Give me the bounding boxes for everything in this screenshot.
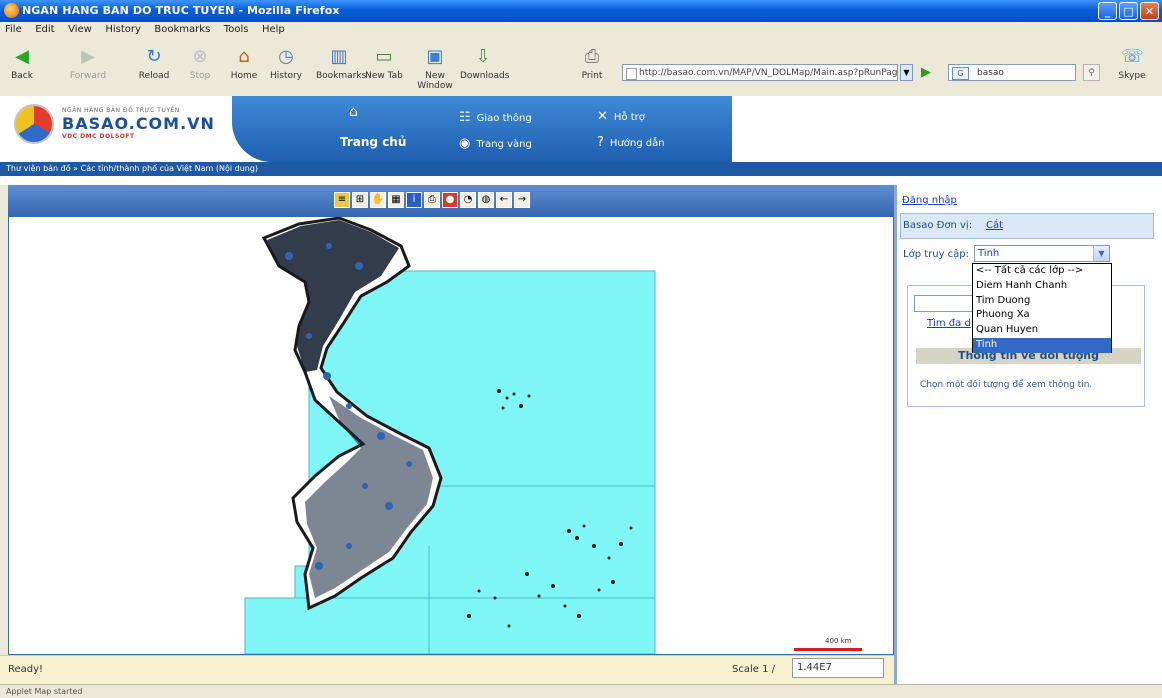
logo-text[interactable]: BASAO.COM.VN [62, 114, 215, 133]
nav-traffic[interactable]: ☷ Giao thông [459, 110, 532, 125]
object-info-text: Chọn một đối tượng để xem thông tin. [920, 380, 1093, 390]
new-window-icon: ▣ [426, 46, 444, 67]
stop-icon: ⊗ [192, 46, 208, 67]
page-icon [626, 68, 637, 80]
layer-label: Lớp truy cập: [903, 249, 970, 260]
help-icon: ? [597, 135, 604, 150]
home-icon[interactable]: ⌂ [349, 104, 365, 120]
layer-option[interactable]: Tim Duong [973, 294, 1111, 309]
layer-option[interactable]: Diem Hanh Chanh [973, 279, 1111, 294]
window-title-bar: NGAN HANG BAN DO TRUC TUYEN - Mozilla Fi… [0, 0, 1162, 22]
map-status-text: Ready! [8, 664, 44, 675]
bookmarks-icon: ▥ [330, 46, 348, 67]
map-viewport[interactable] [8, 185, 894, 655]
home-button[interactable]: ⌂ Home [224, 44, 264, 81]
measure-tool-icon[interactable]: ◔ [460, 192, 476, 208]
menu-edit[interactable]: Edit [30, 22, 59, 37]
reload-button[interactable]: ↻ Reload [134, 44, 174, 81]
google-search-engine-icon: G [952, 67, 969, 80]
downloads-icon: ⇩ [475, 46, 491, 67]
menu-history[interactable]: History [100, 22, 146, 37]
history-clock-icon: ◷ [278, 46, 294, 67]
menu-bar: File Edit View History Bookmarks Tools H… [0, 22, 1162, 41]
layer-options-list[interactable]: <-- Tất cả các lớp --> Diem Hanh Chanh T… [972, 263, 1112, 353]
back-arrow-icon: ◀ [15, 46, 29, 67]
info-tool-icon[interactable]: i [406, 192, 422, 208]
stop-tool-icon[interactable]: ● [442, 192, 458, 208]
menu-view[interactable]: View [63, 22, 97, 37]
unit-cut-link[interactable]: Cắt [986, 220, 1003, 231]
skype-icon: ☏ [1121, 46, 1144, 67]
tools-icon: ✕ [597, 109, 608, 124]
logo-partners: VDC DMC DOLSOFT [62, 133, 135, 140]
vietnam-map[interactable] [9, 186, 893, 654]
browser-status-bar: Applet Map started [0, 684, 1162, 698]
firefox-icon [4, 3, 19, 18]
menu-help[interactable]: Help [257, 22, 290, 37]
printer-icon: ⎙ [584, 46, 600, 67]
layer-select[interactable]: Tinh ▼ [974, 245, 1110, 262]
layer-option-selected[interactable]: Tinh [973, 337, 1111, 353]
main-navigation [232, 96, 732, 162]
url-history-dropdown[interactable]: ▼ [900, 64, 913, 81]
scale-label: Scale 1 / [732, 664, 775, 675]
history-button[interactable]: ◷ History [266, 44, 306, 81]
basao-logo-icon[interactable] [14, 104, 54, 144]
layers-tool-icon[interactable]: ≡ [334, 192, 350, 208]
nav-support[interactable]: ✕ Hỗ trợ [597, 109, 645, 124]
scale-bar [794, 648, 862, 651]
menu-bookmarks[interactable]: Bookmarks [149, 22, 215, 37]
pan-hand-tool-icon[interactable]: ✋ [370, 192, 386, 208]
home-icon: ⌂ [238, 46, 250, 67]
layer-option[interactable]: Quan Huyen [973, 323, 1111, 338]
new-window-button[interactable]: ▣ New Window [412, 44, 458, 91]
next-view-arrow-icon[interactable]: → [514, 192, 530, 208]
window-title: NGAN HANG BAN DO TRUC TUYEN - Mozilla Fi… [22, 4, 340, 17]
traffic-icon: ☷ [459, 110, 471, 125]
zoom-extent-tool-icon[interactable]: ▦ [388, 192, 404, 208]
close-button[interactable]: ✕ [1140, 2, 1159, 20]
skype-button[interactable]: ☏ Skype [1112, 44, 1152, 81]
reload-icon: ↻ [146, 46, 162, 67]
scale-bar-label: 400 km [825, 637, 852, 645]
print-button[interactable]: ⎙ Print [572, 44, 612, 81]
breadcrumb[interactable]: Thư viện bản đồ » Các tỉnh/thành phố của… [0, 162, 1162, 176]
url-bar[interactable]: http://basao.com.vn/MAP/VN_DOLMap/Main.a… [622, 64, 898, 81]
chevron-down-icon[interactable]: ▼ [1093, 246, 1109, 261]
layer-option[interactable]: Phuong Xa [973, 308, 1111, 323]
nav-home[interactable]: Trang chủ [340, 135, 406, 149]
go-button[interactable]: ▶ [918, 64, 934, 81]
back-button[interactable]: ◀ Back [2, 44, 42, 81]
downloads-button[interactable]: ⇩ Downloads [460, 44, 509, 81]
login-link[interactable]: Đăng nhập [902, 195, 957, 206]
previous-view-arrow-icon[interactable]: ← [496, 192, 512, 208]
new-tab-icon: ▭ [375, 46, 393, 67]
logo-tagline: NGÂN HÀNG BẢN ĐỒ TRỰC TUYẾN [62, 107, 180, 114]
layer-option[interactable]: <-- Tất cả các lớp --> [973, 264, 1111, 279]
forward-arrow-icon: ▶ [81, 46, 95, 67]
find-link[interactable]: Tìm đa d [927, 318, 971, 329]
eye-icon: ◉ [459, 136, 471, 151]
nav-yellow-pages[interactable]: ◉ Trang vàng [459, 136, 532, 151]
scale-input[interactable]: 1.44E7 [792, 658, 884, 678]
new-tab-button[interactable]: ▭ New Tab [364, 44, 404, 81]
menu-tools[interactable]: Tools [219, 22, 254, 37]
search-go-button[interactable]: ⚲ [1083, 64, 1100, 81]
spacer [0, 176, 1162, 185]
minimize-button[interactable]: _ [1098, 2, 1117, 20]
navigation-toolbar: ◀ Back ▶ Forward ↻ Reload ⊗ Stop ⌂ Home … [0, 40, 1162, 97]
print-map-tool-icon[interactable]: ⎙ [424, 192, 440, 208]
stop-button[interactable]: ⊗ Stop [180, 44, 220, 81]
select-tool-icon[interactable]: ⊞ [352, 192, 368, 208]
search-input[interactable]: G basao [948, 64, 1076, 81]
forward-button[interactable]: ▶ Forward [68, 44, 108, 81]
menu-file[interactable]: File [0, 22, 27, 37]
maximize-button[interactable]: □ [1119, 2, 1138, 20]
unit-label: Basao Đơn vị: [903, 220, 973, 231]
nav-guide[interactable]: ? Hướng dẫn [597, 135, 665, 150]
bookmarks-button[interactable]: ▥ Bookmarks [316, 44, 366, 81]
erase-tool-icon[interactable]: ◍ [478, 192, 494, 208]
